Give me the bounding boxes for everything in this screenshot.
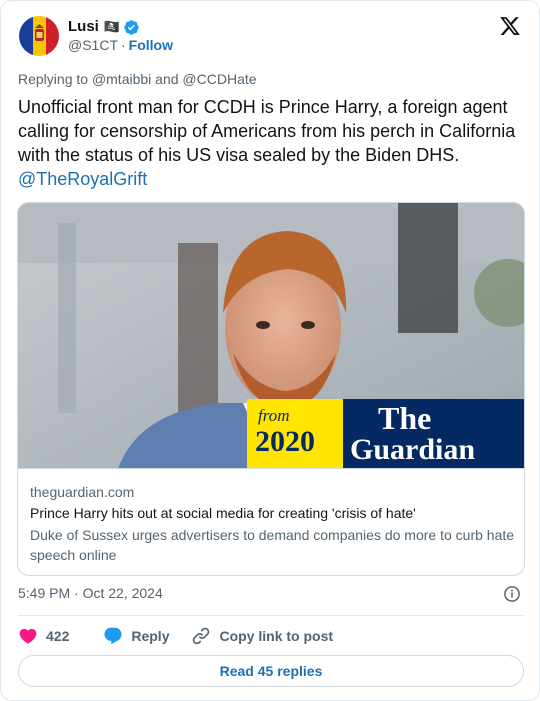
reply-label: Reply: [131, 628, 170, 644]
like-button[interactable]: 422: [18, 626, 69, 646]
reply-to-user-2[interactable]: @CCDHate: [182, 71, 256, 87]
action-bar: 422 Reply Copy link to post: [18, 625, 333, 647]
tweet-timestamp[interactable]: 5:49 PM · Oct 22, 2024: [18, 585, 163, 601]
author-handle-row: @S1CT · Follow: [68, 36, 173, 54]
link-icon: [193, 627, 210, 645]
card-description: Duke of Sussex urges advertisers to dema…: [30, 527, 515, 563]
reply-button[interactable]: Reply: [103, 626, 169, 646]
replying-to-prefix: Replying to: [18, 71, 89, 87]
divider: [18, 615, 524, 616]
overlay-brand-line2: Guardian: [350, 433, 475, 466]
copy-link-label: Copy link to post: [219, 628, 334, 644]
reply-bubble-icon: [104, 627, 122, 645]
author-name-row: Lusi 🏴‍☠️: [68, 18, 173, 36]
verified-badge-icon: [124, 19, 139, 35]
card-image: from 2020 The Guardian: [18, 203, 524, 469]
overlay-year: 2020: [255, 425, 315, 458]
card-photo: from 2020 The Guardian: [18, 203, 524, 468]
handle-separator: ·: [121, 37, 126, 53]
replying-to-line: Replying to @mtaibbi and @CCDHate: [18, 71, 257, 87]
avatar[interactable]: [19, 16, 59, 56]
heart-icon: [19, 628, 37, 644]
card-meta: theguardian.com Prince Harry hits out at…: [30, 483, 516, 565]
tweet-body: Unofficial front man for CCDH is Prince …: [18, 97, 516, 165]
card-title: Prince Harry hits out at social media fo…: [30, 505, 416, 521]
x-logo-icon[interactable]: [499, 15, 521, 37]
card-domain: theguardian.com: [30, 484, 135, 500]
pirate-flag-emoji: 🏴‍☠️: [103, 19, 121, 34]
overlay-from-label: from: [258, 406, 290, 425]
tweet-text: Unofficial front man for CCDH is Prince …: [18, 95, 524, 191]
author-identity: Lusi 🏴‍☠️ @S1CT · Follow: [68, 18, 173, 54]
link-preview-card[interactable]: from 2020 The Guardian theguardian.com P…: [17, 202, 525, 576]
tweet-embed: Lusi 🏴‍☠️ @S1CT · Follow Replying to @mt…: [0, 0, 540, 701]
like-count: 422: [46, 628, 70, 644]
follow-link[interactable]: Follow: [129, 36, 173, 54]
replying-to-joiner: and: [155, 71, 179, 87]
reply-to-user-1[interactable]: @mtaibbi: [92, 71, 151, 87]
tweet-mention-link[interactable]: @TheRoyalGrift: [18, 169, 147, 189]
info-icon[interactable]: [503, 585, 521, 603]
author-handle[interactable]: @S1CT: [68, 36, 118, 54]
author-name[interactable]: Lusi: [68, 18, 99, 36]
overlay-brand-line1: The: [378, 400, 431, 436]
read-replies-button[interactable]: Read 45 replies: [18, 655, 524, 687]
copy-link-button[interactable]: Copy link to post: [191, 626, 333, 646]
tweet-header: Lusi 🏴‍☠️ @S1CT · Follow: [19, 15, 173, 57]
